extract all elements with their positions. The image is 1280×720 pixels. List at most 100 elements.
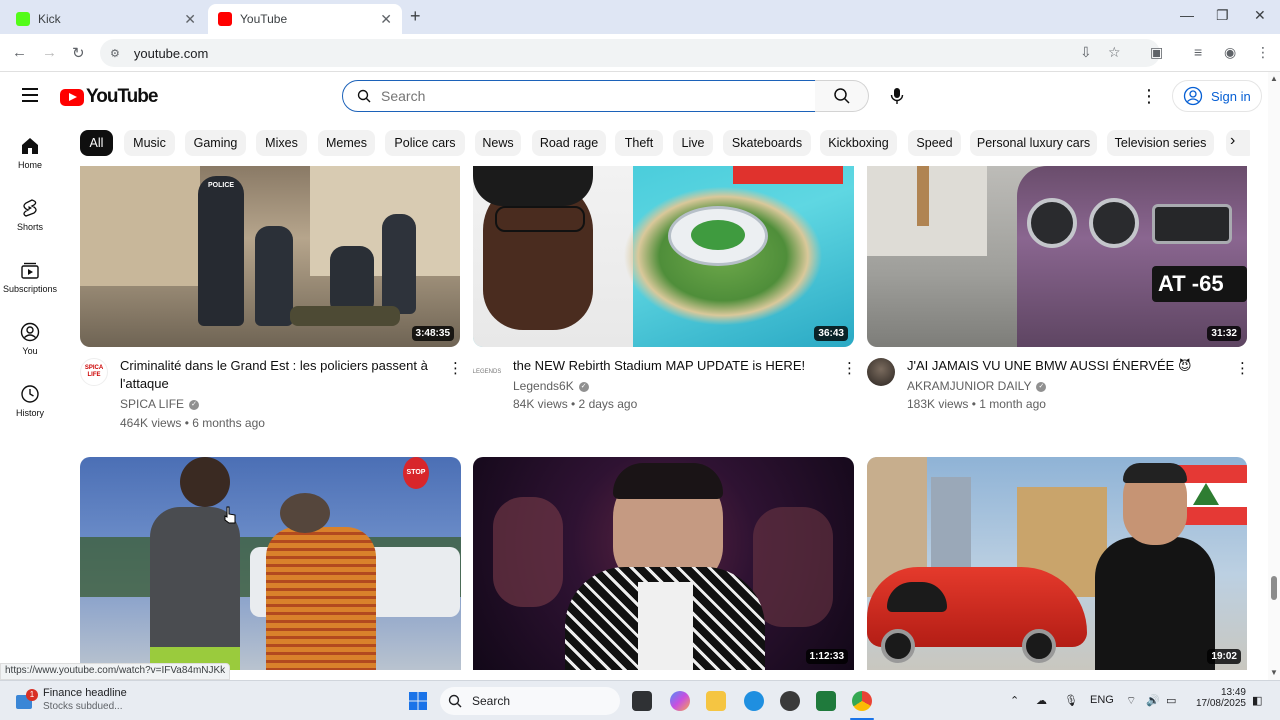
search-box[interactable] — [342, 80, 816, 112]
channel-avatar[interactable]: LEGENDS — [473, 358, 501, 386]
bookmark-star-icon[interactable]: ☆ — [1108, 44, 1121, 61]
profile-icon[interactable]: ◉ — [1224, 44, 1236, 61]
url-field[interactable]: ⚙ youtube.com — [100, 39, 1160, 67]
sidebar-item-history[interactable]: History — [0, 384, 60, 418]
microphone-icon[interactable]: 🎙 — [1064, 694, 1078, 707]
cloud-icon[interactable]: ☁ — [1036, 694, 1047, 707]
chip-memes[interactable]: Memes — [318, 130, 375, 156]
settings-more-icon[interactable]: ⋮ — [1140, 86, 1158, 107]
page-scrollbar[interactable]: ▲ ▼ — [1268, 72, 1280, 680]
license-plate-text: AT -65 — [1152, 266, 1247, 302]
chevron-right-icon[interactable]: › — [1230, 132, 1235, 150]
close-icon[interactable]: ✕ — [380, 11, 392, 28]
sidebar-item-you[interactable]: You — [0, 322, 60, 356]
video-thumbnail[interactable]: 1:12:33 — [473, 457, 854, 670]
more-actions-icon[interactable]: ⋮ — [448, 359, 463, 377]
address-bar: ← → ↻ ⚙ youtube.com ⇩ ☆ ▣ ≡ ◉ ⋮ — [0, 34, 1280, 72]
chip-news[interactable]: News — [475, 130, 521, 156]
subscriptions-icon — [21, 262, 39, 279]
chip-television-series[interactable]: Television series — [1107, 130, 1214, 156]
chevron-up-icon[interactable]: ⌃ — [1010, 694, 1019, 707]
channel-avatar[interactable] — [867, 358, 895, 386]
sidebar-item-home[interactable]: Home — [0, 136, 60, 170]
chip-gaming[interactable]: Gaming — [185, 130, 246, 156]
chip-speed[interactable]: Speed — [908, 130, 961, 156]
chip-road-rage[interactable]: Road rage — [532, 130, 606, 156]
news-title[interactable]: Finance headline — [43, 687, 127, 699]
chip-skateboards[interactable]: Skateboards — [723, 130, 811, 156]
search-button[interactable] — [815, 80, 869, 112]
side-panel-icon[interactable]: ▣ — [1150, 44, 1163, 61]
taskbar-search[interactable]: Search — [440, 687, 620, 715]
forward-icon[interactable]: → — [42, 44, 57, 61]
chip-live[interactable]: Live — [673, 130, 713, 156]
scrollbar-thumb[interactable] — [1271, 576, 1277, 600]
video-thumbnail[interactable]: STOP — [80, 457, 461, 670]
file-explorer-icon[interactable] — [706, 691, 726, 711]
minimize-icon[interactable]: — — [1180, 7, 1194, 23]
notification-icon[interactable]: ◧ — [1252, 694, 1262, 707]
chip-personal-luxury-cars[interactable]: Personal luxury cars — [970, 130, 1097, 156]
channel-name[interactable]: AKRAMJUNIOR DAILY ✓ — [907, 379, 1047, 393]
reload-icon[interactable]: ↻ — [72, 44, 85, 62]
scroll-up-icon[interactable]: ▲ — [1270, 74, 1278, 83]
app-icon[interactable] — [816, 691, 836, 711]
new-tab-icon[interactable]: + — [410, 6, 421, 27]
volume-icon[interactable]: 🔊 — [1146, 694, 1160, 707]
media-control-icon[interactable]: ≡ — [1194, 44, 1202, 60]
stop-sign-text: STOP — [403, 457, 429, 489]
video-thumbnail[interactable]: 19:02 — [867, 457, 1247, 670]
more-actions-icon[interactable]: ⋮ — [842, 359, 857, 377]
video-thumbnail[interactable]: AT -65 31:32 — [867, 166, 1247, 347]
more-actions-icon[interactable]: ⋮ — [1235, 359, 1250, 377]
scroll-down-icon[interactable]: ▼ — [1270, 668, 1278, 677]
chip-music[interactable]: Music — [124, 130, 175, 156]
browser-tab-bar: Kick ✕ YouTube ✕ + — ❐ ✕ — [0, 0, 1280, 34]
windows-start-icon[interactable] — [408, 691, 428, 711]
edge-icon[interactable] — [744, 691, 764, 711]
youtube-logo[interactable]: YouTube — [60, 86, 158, 108]
chip-all[interactable]: All — [80, 130, 113, 156]
chip-mixes[interactable]: Mixes — [256, 130, 307, 156]
clock[interactable]: 13:49 17/08/2025 — [1190, 687, 1246, 709]
channel-name[interactable]: SPICA LIFE ✓ — [120, 397, 200, 411]
battery-icon[interactable]: ▭ — [1166, 694, 1176, 707]
close-icon[interactable]: ✕ — [184, 11, 196, 28]
channel-name[interactable]: Legends6K ✓ — [513, 379, 589, 393]
video-thumbnail[interactable]: POLICE 3:48:35 — [80, 166, 460, 347]
search-input[interactable] — [381, 88, 781, 104]
news-widget-icon[interactable]: 1 — [12, 689, 38, 713]
video-title[interactable]: Criminalité dans le Grand Est : les poli… — [120, 357, 440, 393]
window-close-icon[interactable]: ✕ — [1254, 7, 1266, 24]
verified-icon: ✓ — [578, 381, 589, 392]
maximize-icon[interactable]: ❐ — [1216, 7, 1229, 24]
tab-youtube[interactable]: YouTube ✕ — [208, 4, 402, 34]
video-duration: 31:32 — [1207, 326, 1241, 341]
install-app-icon[interactable]: ⇩ — [1080, 44, 1092, 61]
sidebar-item-shorts[interactable]: Shorts — [0, 198, 60, 232]
language-indicator[interactable]: ENG — [1090, 694, 1114, 706]
browser-menu-icon[interactable]: ⋮ — [1256, 44, 1270, 61]
sidebar-item-subscriptions[interactable]: Subscriptions — [0, 260, 60, 294]
video-meta: 84K views • 2 days ago — [513, 397, 638, 411]
channel-avatar[interactable]: SPICA LIFE — [80, 358, 108, 386]
video-title[interactable]: the NEW Rebirth Stadium MAP UPDATE is HE… — [513, 357, 833, 375]
youtube-header: YouTube ⋮ Sign in — [0, 72, 1268, 122]
chip-theft[interactable]: Theft — [615, 130, 663, 156]
link-status-bar: https://www.youtube.com/watch?v=IFVa84mN… — [0, 663, 231, 680]
voice-search-button[interactable] — [880, 80, 914, 112]
site-info-icon[interactable]: ⚙ — [110, 47, 120, 60]
task-view-icon[interactable] — [632, 691, 652, 711]
chip-police-cars[interactable]: Police cars — [385, 130, 465, 156]
wifi-icon[interactable]: ⌔ — [1126, 694, 1136, 708]
sign-in-button[interactable]: Sign in — [1172, 80, 1262, 112]
back-icon[interactable]: ← — [12, 44, 27, 61]
hamburger-menu-icon[interactable] — [22, 88, 38, 102]
copilot-icon[interactable] — [670, 691, 690, 711]
video-thumbnail[interactable]: 36:43 — [473, 166, 854, 347]
app-icon[interactable] — [780, 691, 800, 711]
video-title[interactable]: J'AI JAMAIS VU UNE BMW AUSSI ÉNERVÉE 😈 — [907, 357, 1227, 375]
chip-kickboxing[interactable]: Kickboxing — [820, 130, 897, 156]
tab-kick[interactable]: Kick ✕ — [6, 4, 206, 34]
chrome-icon[interactable] — [852, 691, 872, 711]
